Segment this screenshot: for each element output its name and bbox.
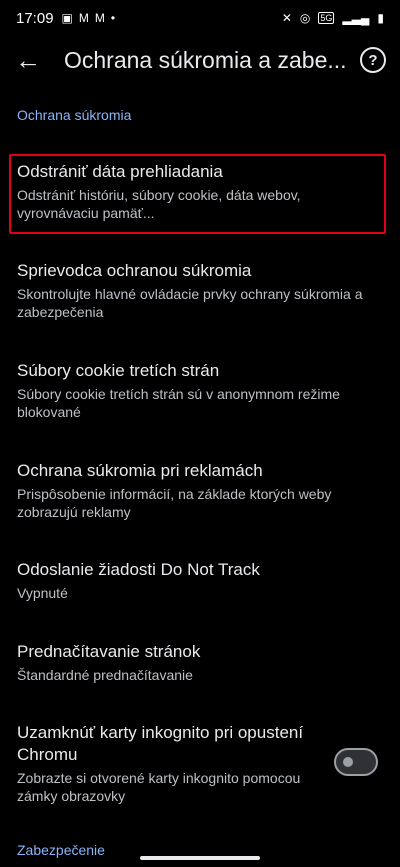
notification-dot: • [110, 11, 116, 25]
preload-pages-item[interactable]: Prednačítavanie stránok Štandardné predn… [0, 641, 400, 684]
item-title: Sprievodca ochranou súkromia [17, 261, 252, 280]
mute-icon: ✕ [281, 11, 292, 25]
highlight-box [9, 154, 386, 234]
back-button[interactable]: ← [0, 36, 56, 84]
gmail-icon: M [78, 11, 89, 25]
toggle-knob [343, 757, 353, 767]
signal-icon: ▂▃▄ [342, 11, 370, 25]
question-icon: ? [368, 51, 378, 69]
gmail-icon: M [94, 11, 105, 25]
item-title: Súbory cookie tretích strán [17, 361, 220, 380]
lock-incognito-toggle[interactable] [334, 748, 378, 776]
item-title: Prednačítavanie stránok [17, 642, 201, 661]
item-subtitle: Prispôsobenie informácií, na základe kto… [17, 486, 332, 520]
item-subtitle: Súbory cookie tretích strán sú v anonymn… [17, 386, 340, 420]
item-subtitle: Skontrolujte hlavné ovládacie prvky ochr… [17, 286, 363, 320]
third-party-cookies-item[interactable]: Súbory cookie tretích strán Súbory cooki… [0, 360, 400, 421]
section-header-security: Zabezpečenie [17, 842, 105, 858]
battery-icon: ▮ [377, 11, 384, 25]
item-title: Odoslanie žiadosti Do Not Track [17, 560, 260, 579]
arrow-left-icon: ← [15, 44, 41, 75]
app-bar: ← Ochrana súkromia a zabe... ? [0, 36, 400, 84]
network-badge: 5G [318, 12, 335, 24]
section-header-privacy: Ochrana súkromia [17, 107, 132, 123]
help-button[interactable]: ? [360, 47, 386, 73]
item-subtitle: Vypnuté [17, 585, 68, 601]
do-not-track-item[interactable]: Odoslanie žiadosti Do Not Track Vypnuté [0, 559, 400, 602]
item-title: Ochrana súkromia pri reklamách [17, 461, 263, 480]
home-indicator[interactable] [140, 856, 260, 860]
item-title: Uzamknúť karty inkognito pri opustení Ch… [17, 723, 304, 764]
ad-privacy-item[interactable]: Ochrana súkromia pri reklamách Prispôsob… [0, 460, 400, 521]
privacy-guide-item[interactable]: Sprievodca ochranou súkromia Skontrolujt… [0, 260, 400, 321]
hotspot-icon: ◎ [299, 11, 311, 25]
item-subtitle: Zobrazte si otvorené karty inkognito pom… [17, 770, 301, 804]
gallery-icon: ▣ [61, 11, 73, 25]
status-time: 17:09 [16, 9, 54, 27]
page-title: Ochrana súkromia a zabe... [64, 46, 347, 73]
item-subtitle: Štandardné prednačítavanie [17, 667, 193, 683]
status-bar: 17:09 ▣ M M • ✕ ◎ 5G ▂▃▄ ▮ [0, 0, 400, 36]
